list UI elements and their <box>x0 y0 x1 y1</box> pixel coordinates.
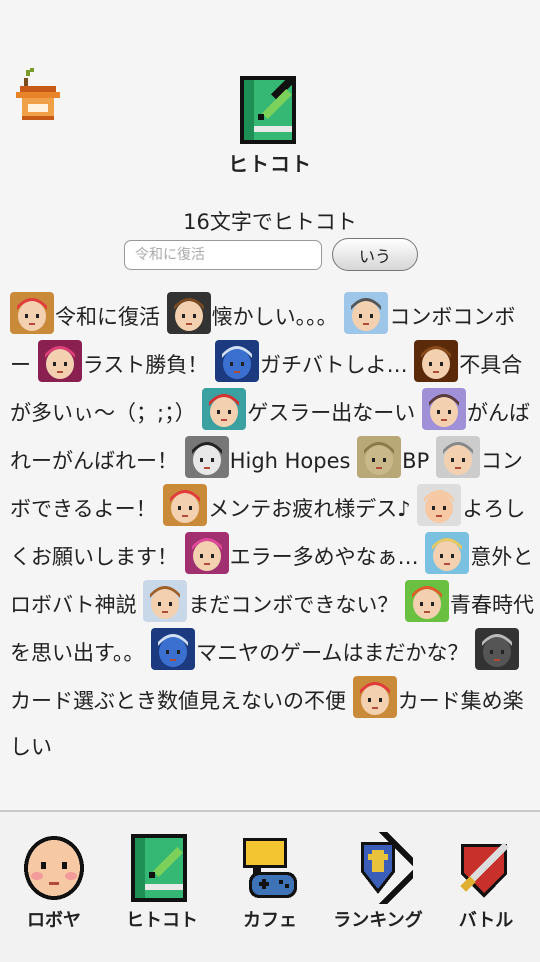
feed-entry[interactable]: ゲスラー出なーい <box>202 388 416 430</box>
feed-entry-text: まだコンボできない？ <box>188 593 399 617</box>
say-button[interactable]: いう <box>332 238 418 271</box>
glasses-man-avatar[interactable] <box>344 292 389 334</box>
brown-boy-avatar[interactable] <box>143 580 188 622</box>
feed-entry[interactable]: 懐かしい。。。 <box>166 292 338 334</box>
battle-shield-icon <box>451 832 521 904</box>
long-hair-girl-avatar[interactable] <box>414 340 459 382</box>
feed-entry[interactable]: エラー多めやなぁ… <box>184 532 419 574</box>
feed-entry-text: ガチバトしよ… <box>259 353 408 377</box>
feed-entry-text: ラスト勝負！ <box>82 353 209 377</box>
feed-entry-text: High Hopes <box>229 449 351 473</box>
blue-robot-avatar[interactable] <box>151 628 196 670</box>
feed-entry[interactable]: マニヤのゲームはまだかな？ <box>151 628 469 670</box>
bald-baby-avatar[interactable] <box>417 484 462 526</box>
brown-hair-boy-avatar[interactable] <box>166 292 211 334</box>
feed-entry[interactable]: High Hopes <box>184 436 351 478</box>
page-title: ヒトコト <box>228 152 312 176</box>
purple-girl-avatar[interactable] <box>421 388 466 430</box>
feed-entry-text: マニヤのゲームはまだかな？ <box>196 641 469 665</box>
baby-face-icon <box>19 832 89 904</box>
tab-cafe-label: カフェ <box>243 910 297 931</box>
tab-ranking-label: ランキング <box>333 910 423 931</box>
girl-santa-hat-avatar[interactable] <box>352 676 397 718</box>
pink-twin-girl-avatar[interactable] <box>184 532 229 574</box>
tab-ranking[interactable]: ランキング <box>324 823 432 950</box>
home-icon[interactable] <box>14 66 62 122</box>
tab-battle-label: バトル <box>458 910 514 931</box>
hitokoto-input[interactable] <box>124 240 322 270</box>
box-robot-avatar[interactable] <box>357 436 402 478</box>
notebook-pencil-icon <box>127 832 197 904</box>
feed-entry-text: BP <box>402 449 430 473</box>
feed-entry[interactable]: 令和に復活 <box>10 292 160 334</box>
tab-hitokoto[interactable]: ヒトコト <box>108 832 216 950</box>
feed-entry-text: 懐かしい。。。 <box>211 305 338 329</box>
grey-robot-avatar[interactable] <box>475 628 520 670</box>
tab-cafe[interactable]: カフェ <box>216 832 324 950</box>
feed-entry-text: 令和に復活 <box>55 305 160 329</box>
pink-hair-girl-avatar[interactable] <box>37 340 82 382</box>
pale-figure-avatar[interactable] <box>184 436 229 478</box>
feed-entry[interactable]: BP <box>357 436 430 478</box>
feed-entry[interactable]: メンテお疲れ様デス♪ <box>163 484 411 526</box>
tab-battle[interactable]: バトル <box>432 832 540 950</box>
notebook-pencil-icon <box>236 74 306 146</box>
tab-hitokoto-label: ヒトコト <box>126 910 198 931</box>
cafe-icon <box>235 832 305 904</box>
feed-entry-text: メンテお疲れ様デス♪ <box>208 497 411 521</box>
blonde-boy-avatar[interactable] <box>425 532 470 574</box>
feed-entry[interactable]: ガチバトしよ… <box>214 340 408 382</box>
tab-robot-label: ロボヤ <box>27 910 81 931</box>
feed-entry[interactable]: まだコンボできない？ <box>143 580 399 622</box>
bottom-tab-bar: ロボヤ ヒトコト カフェ ランキング バトル <box>0 810 540 962</box>
feed-entry-text: エラー多めやなぁ… <box>229 545 419 569</box>
feed-entry[interactable]: ラスト勝負！ <box>37 340 209 382</box>
bald-man-avatar[interactable] <box>435 436 480 478</box>
red-cap-boy-avatar[interactable] <box>202 388 247 430</box>
feed-entry-text: カード選ぶとき数値見えないの不便 <box>10 689 346 713</box>
ranking-shield-icon <box>343 823 423 913</box>
compose-prompt: 16文字でヒトコト <box>183 210 357 234</box>
tab-robot[interactable]: ロボヤ <box>0 832 108 950</box>
hitokoto-feed[interactable]: 令和に復活 懐かしい。。。 コンボコンボー ラスト勝負！ ガチバトしよ… 不具合… <box>10 292 535 810</box>
red-hair-girl-avatar[interactable] <box>405 580 450 622</box>
blue-robot-avatar[interactable] <box>214 340 259 382</box>
girl-santa-hat-avatar[interactable] <box>10 292 54 334</box>
girl-santa-hat-avatar[interactable] <box>163 484 208 526</box>
feed-entry-text: ゲスラー出なーい <box>247 401 416 425</box>
